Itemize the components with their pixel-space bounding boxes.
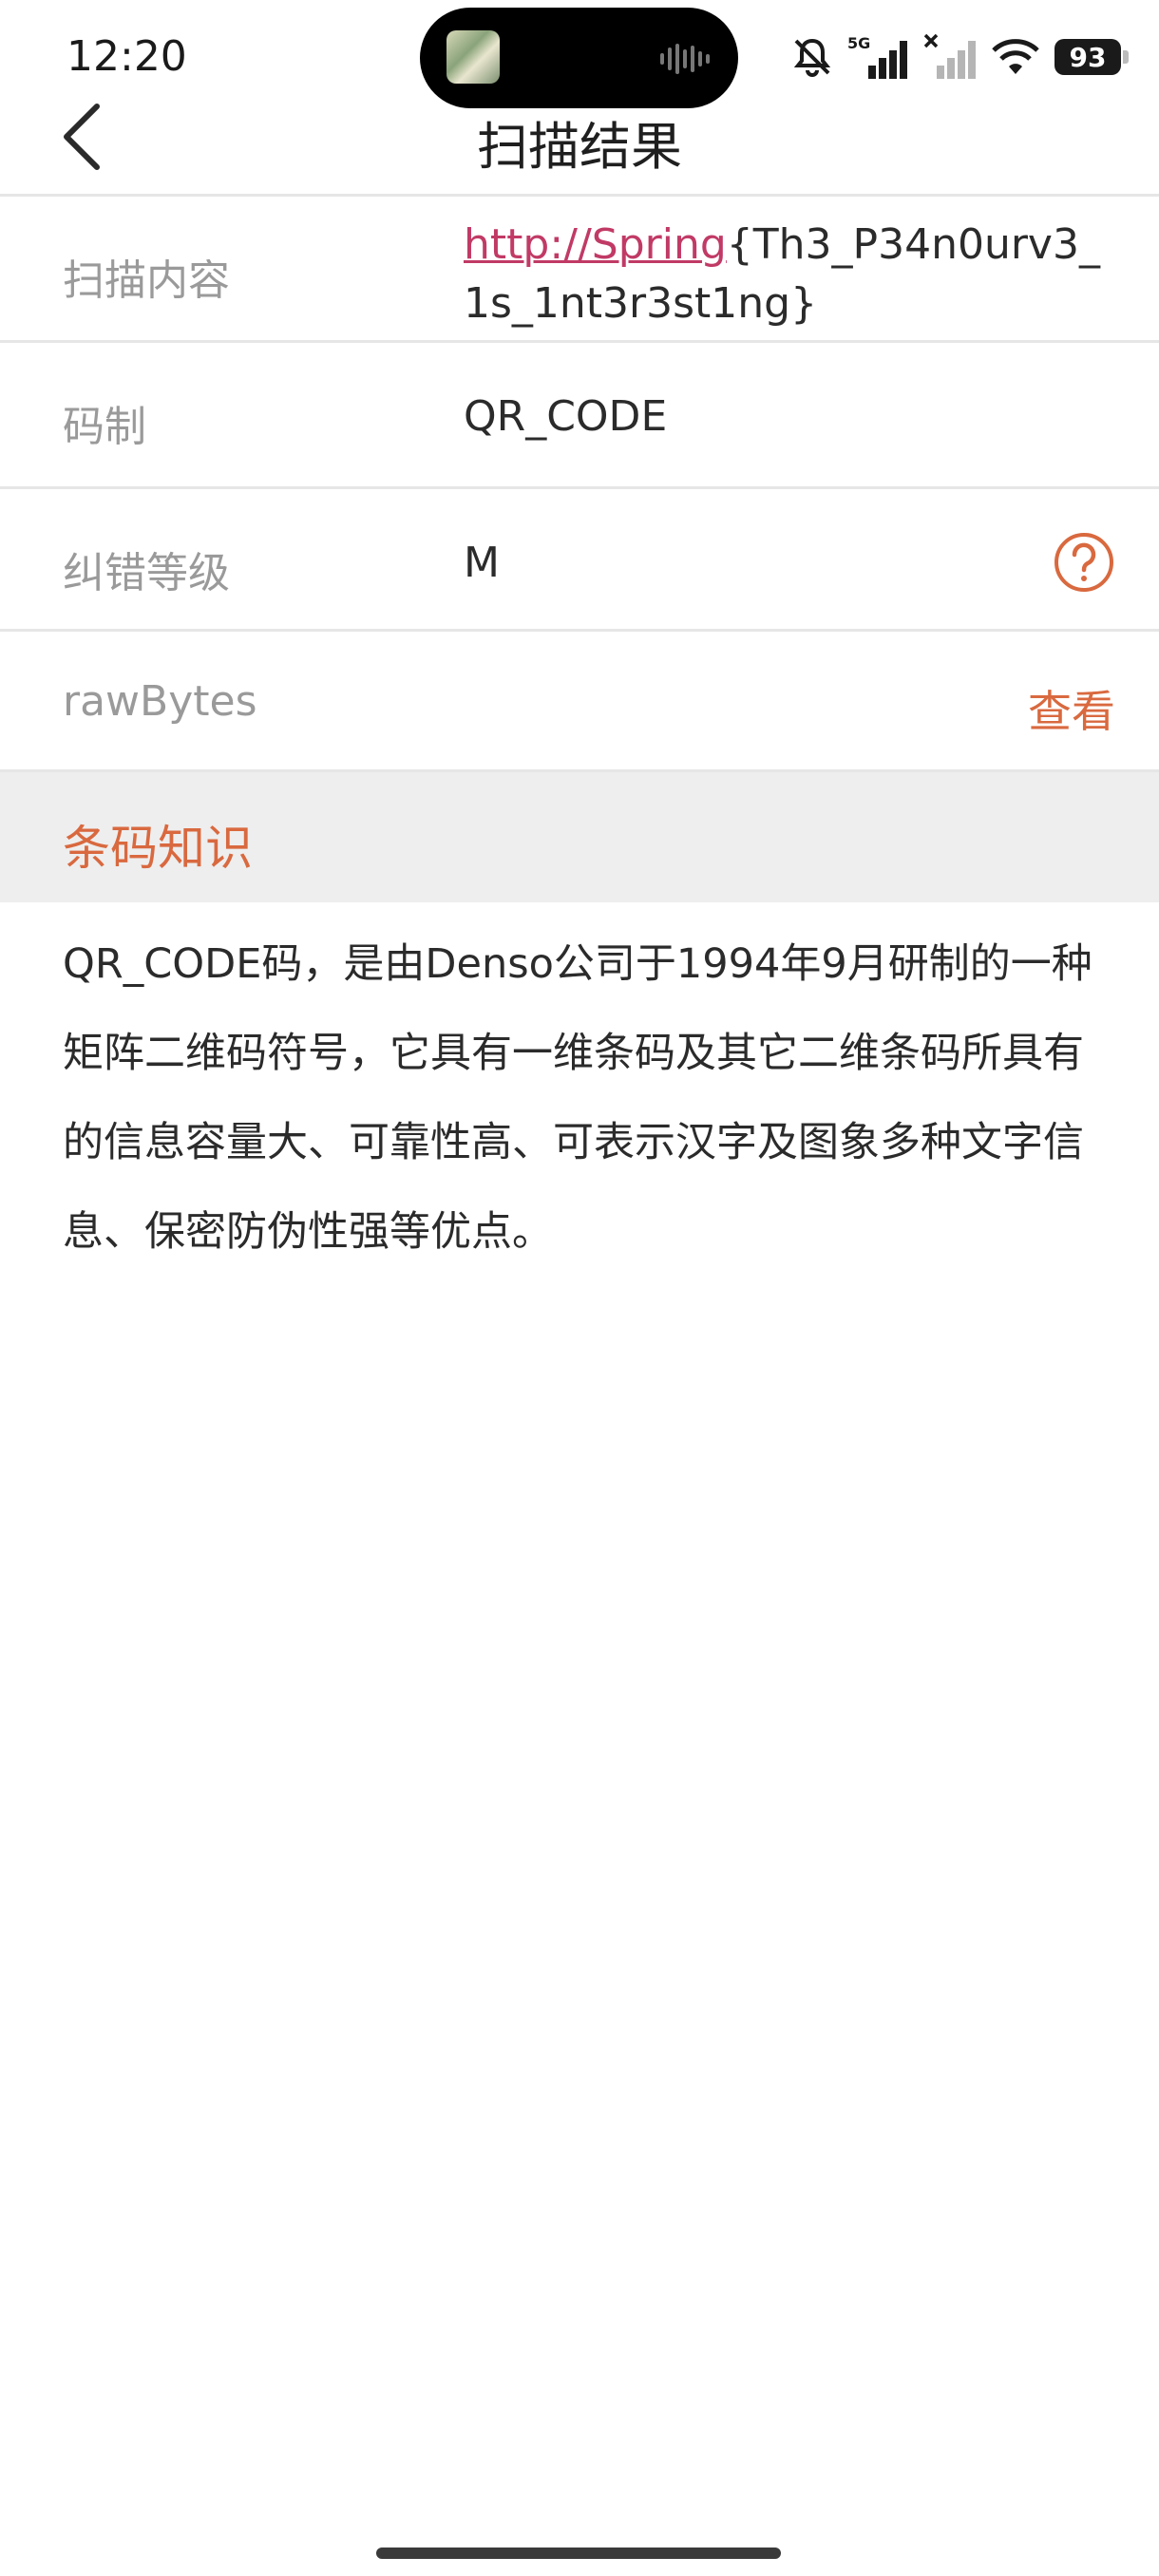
knowledge-title: 条码知识 bbox=[63, 821, 253, 876]
wifi-icon bbox=[992, 39, 1039, 74]
scan-content-label: 扫描内容 bbox=[63, 256, 230, 305]
audio-wave-icon bbox=[660, 44, 710, 74]
scan-content-row: 扫描内容 http://Spring{Th3_P34n0urv3_1s_1nt3… bbox=[0, 194, 1159, 340]
media-thumbnail bbox=[446, 30, 500, 84]
cellular-5g-icon: 5G bbox=[847, 34, 907, 79]
scan-content-link[interactable]: http://Spring bbox=[464, 220, 727, 269]
raw-bytes-row: rawBytes 查看 bbox=[0, 629, 1159, 769]
dynamic-island bbox=[420, 8, 738, 108]
code-type-value: QR_CODE bbox=[464, 392, 668, 441]
bell-muted-icon bbox=[793, 38, 831, 77]
knowledge-text: QR_CODE码，是由Denso公司于1994年9月研制的一种矩阵二维码符号，它… bbox=[63, 940, 1092, 1256]
code-type-label: 码制 bbox=[63, 403, 146, 451]
status-icons: 5G 93 bbox=[790, 28, 1129, 85]
cellular-no-signal-icon bbox=[923, 33, 976, 79]
raw-bytes-label: rawBytes bbox=[63, 677, 257, 726]
page-title: 扫描结果 bbox=[477, 117, 682, 177]
knowledge-section-header: 条码知识 bbox=[0, 769, 1159, 902]
status-time: 12:20 bbox=[66, 32, 187, 81]
battery-level: 93 bbox=[1069, 41, 1107, 73]
view-raw-bytes-button[interactable]: 查看 bbox=[1028, 677, 1115, 740]
home-indicator[interactable] bbox=[376, 2548, 781, 2559]
battery-indicator: 93 bbox=[1054, 39, 1129, 75]
question-circle-icon[interactable] bbox=[1053, 531, 1115, 594]
network-label: 5G bbox=[847, 34, 870, 52]
error-level-label: 纠错等级 bbox=[63, 549, 230, 597]
code-type-row: 码制 QR_CODE bbox=[0, 340, 1159, 486]
error-level-row: 纠错等级 M bbox=[0, 486, 1159, 629]
error-level-value: M bbox=[464, 539, 500, 587]
scan-content-value: http://Spring{Th3_P34n0urv3_1s_1nt3r3st1… bbox=[464, 216, 1110, 333]
